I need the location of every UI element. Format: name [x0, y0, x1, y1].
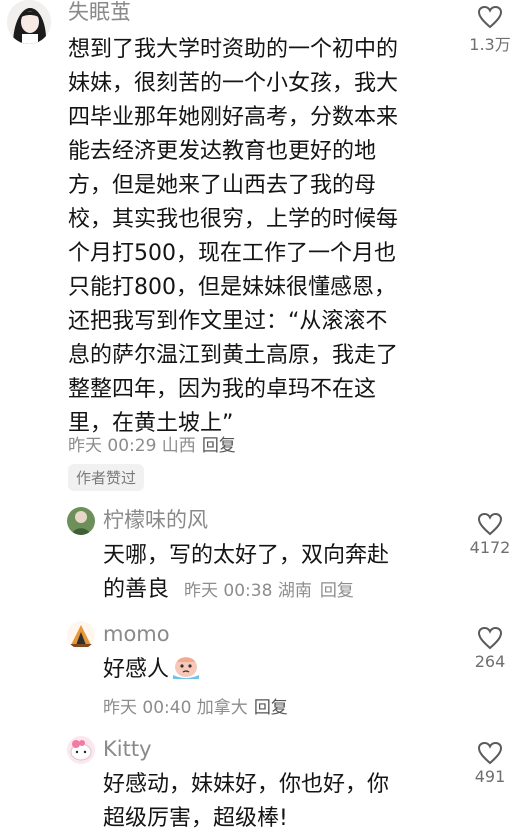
- comment-line: 个月打500，现在工作了一个月也: [68, 241, 396, 266]
- heart-icon: [460, 626, 520, 650]
- reply-line: 超级厉害，超级棒!: [103, 806, 288, 831]
- comment-line: 整整四年，因为我的卓玛不在这: [68, 377, 377, 402]
- reply-button[interactable]: 回复: [254, 698, 288, 718]
- comment-line: 还把我写到作文里过：“从滚滚不: [68, 309, 388, 334]
- timestamp-location: 昨天 00:40 加拿大: [103, 698, 248, 718]
- username[interactable]: Kitty: [103, 736, 152, 762]
- like-button[interactable]: 264: [460, 626, 520, 671]
- reply-line: 的善良: [103, 577, 170, 602]
- comment-line: 想到了我大学时资助的一个初中的: [68, 37, 399, 62]
- reply-text: 好感动，妹妹好，你也好，你 超级厉害，超级棒!: [103, 768, 389, 836]
- comment-text: 想到了我大学时资助的一个初中的 妹妹，很刻苦的一个小女孩，我大 四毕业那年她刚好…: [68, 33, 468, 441]
- comment-line: 能去经济更发达教育也更好的地: [68, 139, 377, 164]
- comment-line: 只能打800，但是妹妹很懂感恩，: [68, 275, 396, 300]
- avatar[interactable]: [7, 0, 51, 44]
- like-count: 1.3万: [469, 35, 511, 54]
- timestamp-location: 昨天 00:38 湖南: [184, 581, 312, 601]
- reply-button[interactable]: 回复: [202, 436, 236, 456]
- reply-line: 好感人: [103, 657, 170, 682]
- timestamp-location: 昨天 00:29 山西: [68, 436, 196, 456]
- username[interactable]: 失眠茧: [68, 0, 131, 24]
- author-liked-badge: 作者赞过: [68, 464, 145, 491]
- comment-line: 妹妹，很刻苦的一个小女孩，我大: [68, 71, 399, 96]
- avatar[interactable]: [67, 507, 95, 535]
- like-button[interactable]: 1.3万: [460, 5, 520, 55]
- comment-line: 方，但是她来了山西去了我的母: [68, 173, 377, 198]
- comment-meta: 昨天 00:29 山西 回复: [68, 431, 236, 456]
- comment-line: 四毕业那年她刚好高考，分数本来: [68, 105, 399, 130]
- username[interactable]: 柠檬味的风: [103, 507, 208, 533]
- username[interactable]: momo: [103, 621, 170, 647]
- reply-text: 好感人: [103, 653, 201, 691]
- heart-icon: [460, 741, 520, 765]
- crying-face-emoji-icon: [171, 654, 201, 691]
- like-button[interactable]: 4172: [460, 512, 520, 557]
- reply-line: 天哪，写的太好了，双向奔赴: [103, 543, 390, 568]
- reply-line-with-meta: 的善良 昨天 00:38 湖南 回复: [103, 573, 389, 608]
- avatar[interactable]: [67, 736, 95, 764]
- comment-line: 校，其实我也很穷，上学的时候每: [68, 207, 399, 232]
- like-count: 491: [474, 767, 506, 786]
- comment-line: 息的萨尔温江到黄土高原，我走了: [68, 343, 399, 368]
- reply-button[interactable]: 回复: [320, 581, 354, 601]
- heart-icon: [460, 512, 520, 536]
- reply-line: 好感动，妹妹好，你也好，你: [103, 772, 390, 797]
- like-count: 264: [474, 652, 506, 671]
- reply-meta: 昨天 00:40 加拿大 回复: [103, 693, 288, 718]
- like-button[interactable]: 491: [460, 741, 520, 786]
- like-count: 4172: [469, 538, 511, 557]
- avatar[interactable]: [67, 621, 95, 649]
- heart-icon: [460, 5, 520, 29]
- reply-text: 天哪，写的太好了，双向奔赴 的善良 昨天 00:38 湖南 回复: [103, 539, 389, 608]
